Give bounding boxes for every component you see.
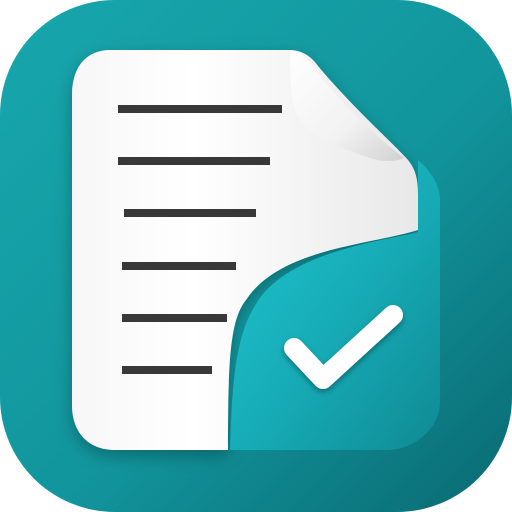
document-check-icon bbox=[0, 0, 512, 512]
app-icon bbox=[0, 0, 512, 512]
